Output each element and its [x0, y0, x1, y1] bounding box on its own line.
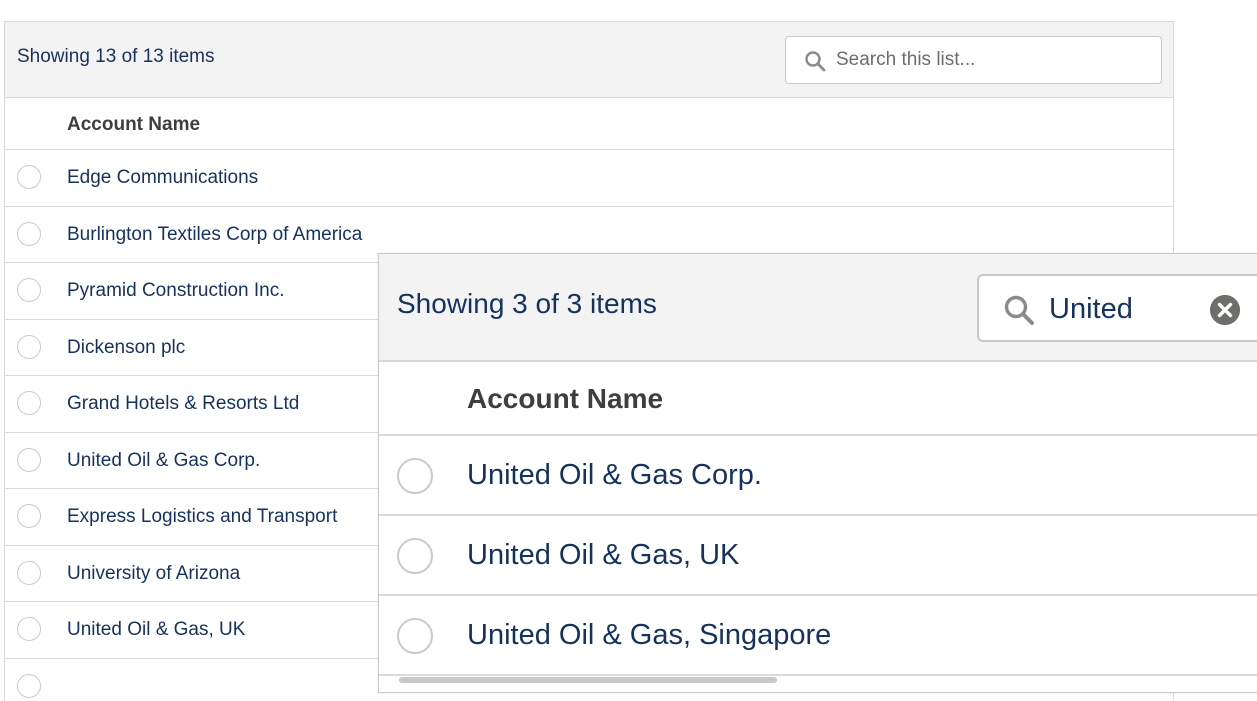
account-name: Pyramid Construction Inc.: [67, 280, 285, 302]
column-header-account-name[interactable]: Account Name: [67, 114, 200, 136]
row-radio[interactable]: [17, 391, 41, 415]
search-input[interactable]: United: [977, 274, 1257, 342]
row-radio[interactable]: [17, 278, 41, 302]
row-radio[interactable]: [17, 617, 41, 641]
account-name: United Oil & Gas, UK: [467, 539, 739, 572]
item-count: Showing 13 of 13 items: [17, 46, 215, 68]
row-radio[interactable]: [17, 222, 41, 246]
account-name: United Oil & Gas, Singapore: [467, 619, 831, 652]
table-row[interactable]: Edge Communications: [5, 150, 1173, 207]
account-name: University of Arizona: [67, 563, 240, 585]
account-name: Edge Communications: [67, 167, 258, 189]
search-icon: [804, 50, 826, 72]
account-name: Express Logistics and Transport: [67, 506, 337, 528]
search-value: United: [1049, 293, 1133, 326]
row-radio[interactable]: [17, 674, 41, 698]
account-name: United Oil & Gas Corp.: [467, 459, 762, 492]
list-toolbar: Showing 13 of 13 items Search this list.…: [5, 22, 1173, 98]
table-row[interactable]: United Oil & Gas, UK: [379, 516, 1257, 596]
filtered-list-panel: Showing 3 of 3 items United Account Name…: [378, 253, 1257, 693]
account-name: Grand Hotels & Resorts Ltd: [67, 393, 299, 415]
account-name: United Oil & Gas Corp.: [67, 450, 260, 472]
search-placeholder: Search this list...: [836, 49, 975, 71]
row-radio[interactable]: [17, 561, 41, 585]
row-radio[interactable]: [17, 504, 41, 528]
search-icon: [1003, 294, 1035, 326]
table-header: Account Name: [379, 362, 1257, 436]
table-row[interactable]: United Oil & Gas Corp.: [379, 436, 1257, 516]
clear-icon[interactable]: [1210, 295, 1240, 325]
row-radio[interactable]: [397, 458, 433, 494]
account-name: Burlington Textiles Corp of America: [67, 224, 362, 246]
account-name: United Oil & Gas, UK: [67, 619, 245, 641]
row-radio[interactable]: [397, 618, 433, 654]
horizontal-scrollbar[interactable]: [399, 677, 777, 683]
row-radio[interactable]: [17, 448, 41, 472]
account-name: Dickenson plc: [67, 337, 185, 359]
item-count: Showing 3 of 3 items: [397, 288, 657, 320]
table-header: Account Name: [5, 98, 1173, 150]
row-radio[interactable]: [17, 165, 41, 189]
column-header-account-name[interactable]: Account Name: [467, 383, 663, 415]
search-input[interactable]: Search this list...: [785, 36, 1162, 84]
row-radio[interactable]: [397, 538, 433, 574]
table-row[interactable]: United Oil & Gas, Singapore: [379, 596, 1257, 676]
row-radio[interactable]: [17, 335, 41, 359]
list-toolbar: Showing 3 of 3 items United: [379, 254, 1257, 362]
